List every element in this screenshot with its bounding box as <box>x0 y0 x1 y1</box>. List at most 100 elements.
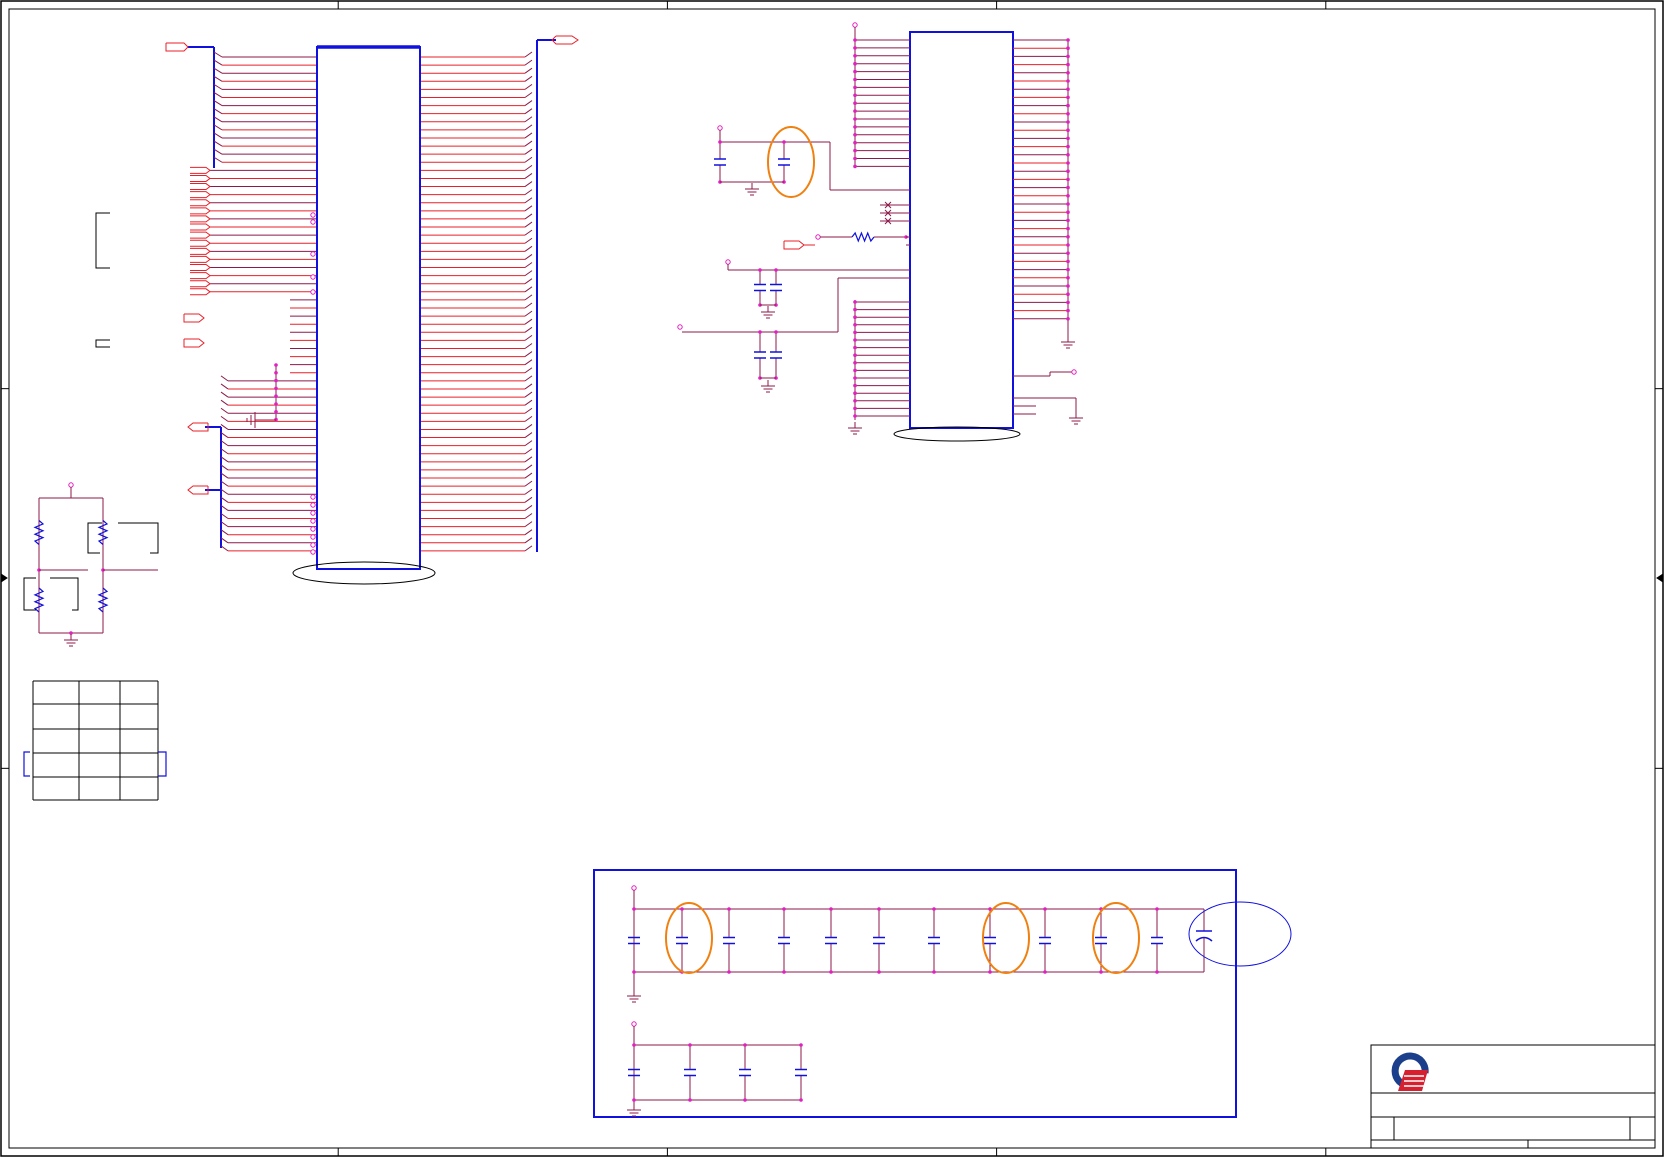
junction <box>1066 71 1070 75</box>
bus-entry <box>213 100 223 107</box>
bus-entry <box>220 480 229 487</box>
bus-entry <box>524 432 533 438</box>
bus-entry <box>524 286 533 293</box>
junction <box>932 907 936 911</box>
junction <box>1066 292 1070 297</box>
bus-entry <box>213 92 223 98</box>
bus-entry <box>524 310 533 317</box>
junction <box>1066 226 1070 231</box>
note-ellipse <box>1188 901 1292 967</box>
junction <box>853 338 857 342</box>
decoupling-capacitor-panel <box>593 869 1292 1118</box>
schematic-sheet <box>0 0 1664 1157</box>
bus-entry <box>524 92 533 98</box>
junction <box>853 164 857 169</box>
junction <box>1066 300 1070 305</box>
junction <box>1066 284 1070 288</box>
junction <box>853 85 857 90</box>
junction <box>853 38 857 42</box>
junction <box>782 970 786 974</box>
bus-entry <box>220 448 229 455</box>
bus-entry <box>524 108 533 115</box>
resistor-body <box>851 231 875 243</box>
bus-entry <box>220 464 229 471</box>
offpage-connector <box>190 166 211 174</box>
bus-entry <box>213 51 223 58</box>
bus-entry <box>524 67 533 74</box>
bus-entry <box>524 205 533 212</box>
junction <box>853 323 857 327</box>
bracket <box>95 339 110 348</box>
bus-entry <box>213 148 223 155</box>
zone-arrow <box>0 573 8 583</box>
power-pin <box>631 1021 637 1027</box>
junction <box>1066 62 1070 67</box>
junction <box>853 140 857 145</box>
bus-entry <box>524 132 533 139</box>
junction <box>632 970 636 974</box>
sheet-frame <box>0 0 1664 1157</box>
junction <box>853 315 857 320</box>
junction <box>853 148 857 153</box>
bus-entry <box>524 148 533 155</box>
junction <box>1043 907 1047 911</box>
highlight-ellipse <box>665 902 713 974</box>
bus-entry <box>524 529 533 536</box>
bus-entry <box>524 480 533 487</box>
inner-border <box>8 8 1656 1149</box>
connector-body <box>316 46 421 570</box>
bus-entry <box>524 488 533 495</box>
power-pin <box>68 482 74 488</box>
bus-entry <box>524 173 533 179</box>
junction <box>274 394 278 399</box>
bus-entry <box>524 318 533 325</box>
bus-entry <box>524 124 533 131</box>
bracket <box>23 577 36 611</box>
bus-entry <box>524 496 533 503</box>
pin-stub <box>310 542 316 548</box>
secondary-chip-block <box>677 22 1083 442</box>
title-box <box>1370 1044 1656 1149</box>
junction <box>632 907 636 911</box>
outer-border <box>0 0 1664 1157</box>
bus-entry <box>220 529 229 536</box>
bus-entry <box>524 164 533 171</box>
junction <box>877 970 881 974</box>
bus-entry <box>213 116 223 123</box>
bus-entry <box>524 245 533 252</box>
junction <box>1066 218 1070 223</box>
bus-entry <box>220 496 229 503</box>
pin-stub <box>310 212 316 218</box>
junction <box>632 1043 636 1047</box>
bus-entry <box>524 294 533 301</box>
junction <box>274 410 278 414</box>
junction <box>853 46 857 50</box>
bus-entry <box>524 399 533 406</box>
pin-stub <box>310 251 316 257</box>
bus-entry <box>524 116 533 123</box>
bus-entry <box>220 424 229 430</box>
junction <box>743 1098 747 1102</box>
junction <box>1066 185 1070 190</box>
junction <box>274 363 278 367</box>
bus-entry <box>524 270 533 277</box>
junction <box>853 361 857 365</box>
bus-entry <box>524 83 533 90</box>
bus-entry <box>220 537 229 544</box>
bus-entry <box>524 156 533 163</box>
bus-entry <box>213 83 223 90</box>
bus-entry <box>524 75 533 82</box>
chip-body <box>909 31 1014 429</box>
offpage-connector <box>783 240 805 250</box>
junction <box>718 140 722 144</box>
junction <box>727 970 731 974</box>
bus-entry <box>220 415 229 422</box>
bus-entry <box>213 75 223 82</box>
power-pin <box>1071 369 1077 375</box>
junction <box>1066 87 1070 91</box>
bus-entry <box>220 432 229 438</box>
pin-stub <box>310 526 316 532</box>
junction <box>1066 79 1070 83</box>
junction <box>1099 970 1103 974</box>
power-pin <box>815 234 821 240</box>
